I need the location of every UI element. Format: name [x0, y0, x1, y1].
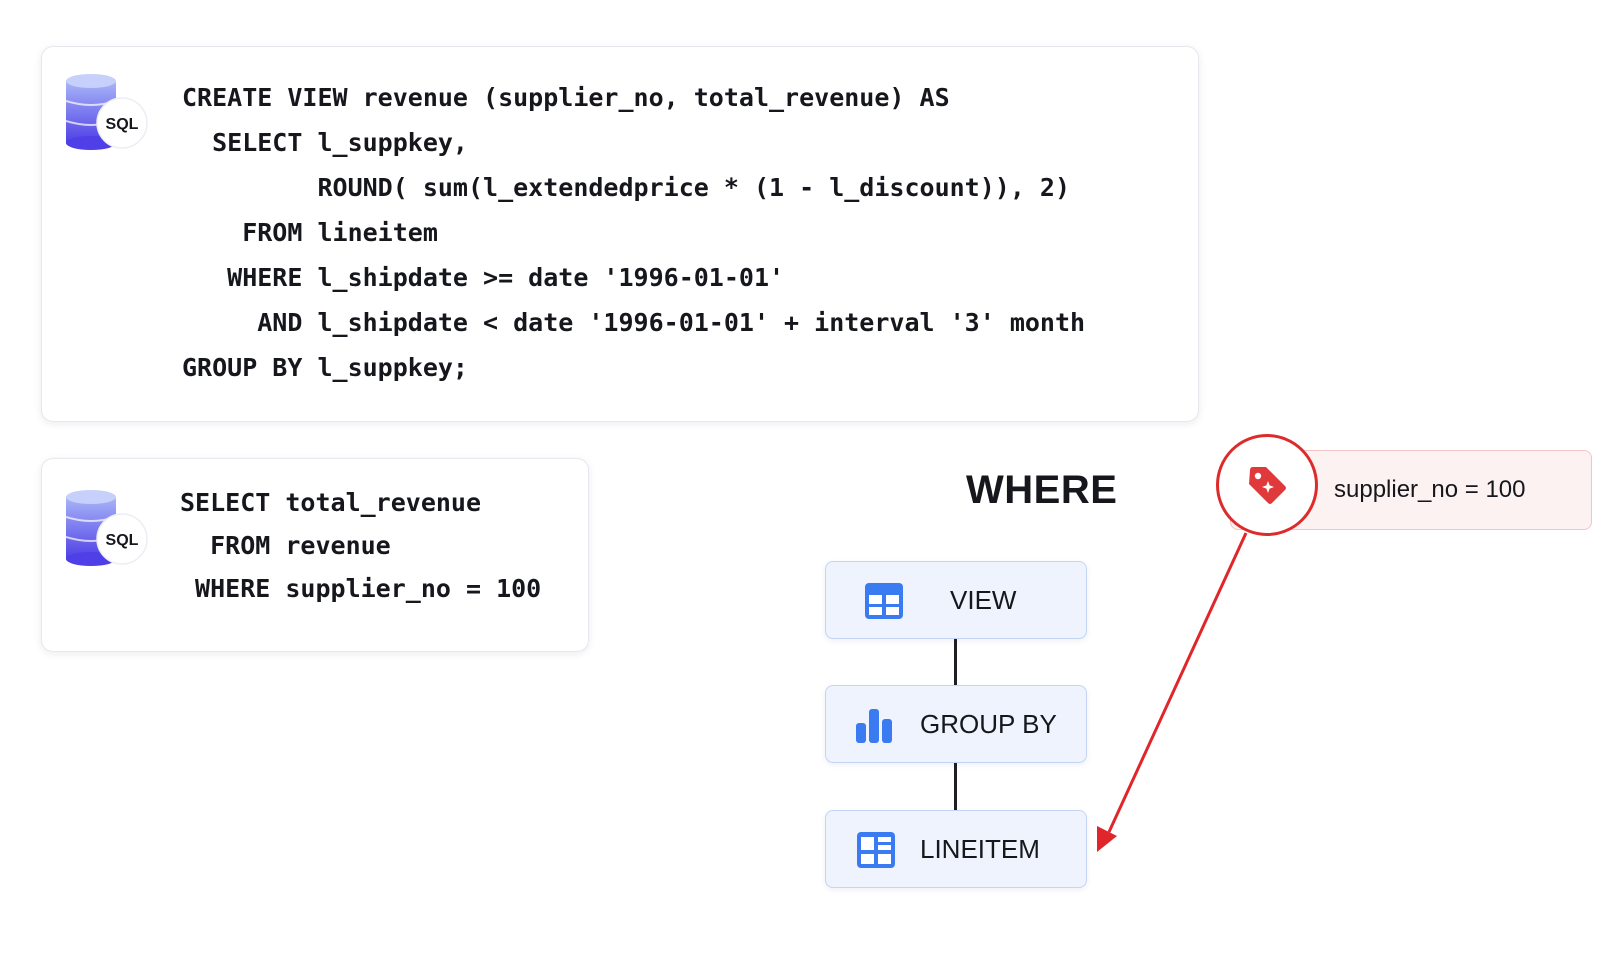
predicate-label: supplier_no = 100	[1334, 476, 1526, 503]
plan-connector	[954, 763, 957, 810]
plan-node-label: LINEITEM	[920, 833, 1040, 864]
plan-node-view: VIEW	[825, 561, 1087, 639]
sql-icon-label: SQL	[106, 116, 139, 133]
plan-node-label: GROUP BY	[920, 708, 1057, 739]
table-icon	[857, 832, 895, 868]
view-definition-card: SQL CREATE VIEW revenue (supplier_no, to…	[41, 46, 1199, 422]
table-icon	[865, 583, 903, 619]
plan-node-label: VIEW	[950, 584, 1017, 615]
sql-icon-label: SQL	[106, 532, 139, 549]
query-card: SQL SELECT total_revenue FROM revenue WH…	[41, 458, 589, 652]
plan-connector	[954, 639, 957, 685]
bar-chart-icon	[856, 709, 892, 743]
sql-database-icon: SQL	[66, 74, 148, 150]
where-heading: WHERE	[966, 468, 1118, 512]
create-view-code: CREATE VIEW revenue (supplier_no, total_…	[182, 83, 1086, 382]
plan-node-lineitem: LINEITEM	[825, 810, 1087, 888]
tag-icon	[1249, 467, 1286, 504]
sql-database-icon: SQL	[66, 490, 148, 566]
plan-node-group-by: GROUP BY	[825, 685, 1087, 763]
select-query-code: SELECT total_revenue FROM revenue WHERE …	[180, 488, 542, 603]
